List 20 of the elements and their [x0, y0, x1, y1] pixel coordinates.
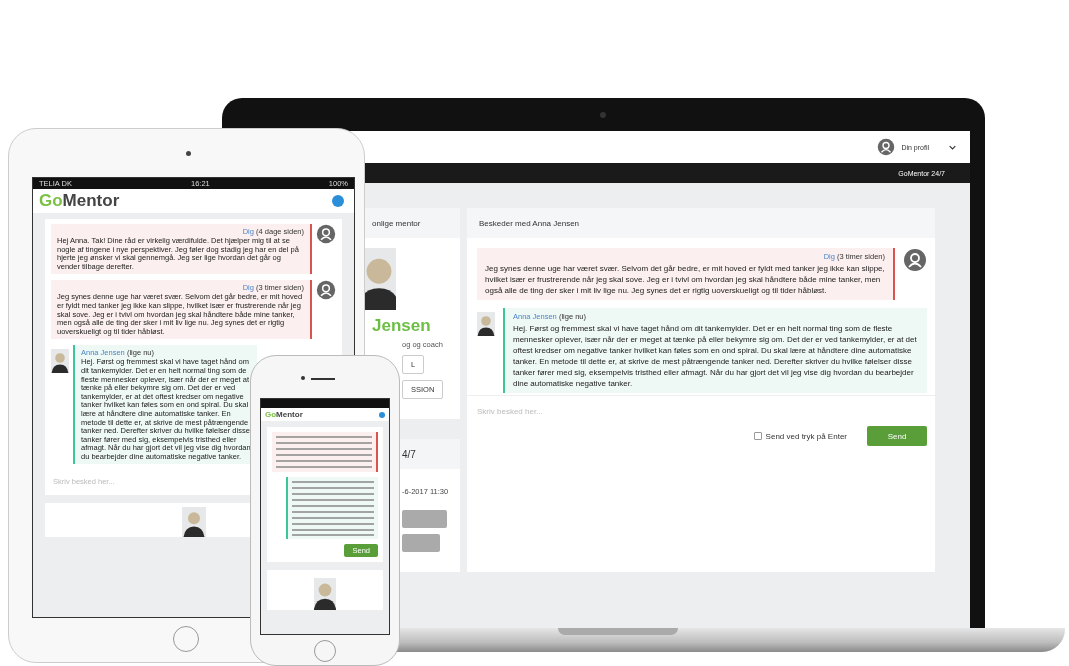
user-avatar-icon — [316, 280, 336, 301]
photo-placeholder — [477, 312, 495, 336]
camera-dot — [600, 112, 606, 118]
camera-dot — [301, 376, 305, 380]
user-avatar-icon — [316, 224, 336, 244]
menu-dot-icon[interactable] — [379, 411, 385, 418]
message-text: Jeg synes denne uge har været svær. Selvom det går bedre, er mit hoved er fyldt med tanker jeg ikke kan slippe, hvilket især er frustrerende når jeg skal sove. Jeg er i tvivl om hvordan jeg skal håndtere både mine tanker, men også alle de ting der sker i mit liv lige nu. Jeg synes det er rigtig uoverskueligt og til tider håbløst. — [485, 263, 885, 296]
caret-icon — [949, 144, 956, 150]
message-text: Hej. Først og fremmest skal vi have taget hånd om dit tankemylder. Det er en helt normal ting som de fleste mennesker oplever, især når der er meget at tænke på eller bekymre sig om. Det der er ved tankemylder, er at det oftest kredser om negative tanker hvilket kan føles som en ond spiral. Du skal lære at håndtere dine automatiske tanker. En metode til dette er, at skrive de mest påtrængende tanker ned. Derefter skriver du hvilke følelser disse tanker fører med sig, eksempelvis tristhed eller afmagt. Når du har gjort det vil jeg vise dig hvordan du bearbejder dine automatiske negative tanker. — [513, 323, 918, 389]
user-avatar-icon — [877, 138, 896, 156]
photo-placeholder — [51, 349, 69, 374]
menu-dot-icon[interactable] — [332, 195, 344, 207]
photo-placeholder — [181, 507, 206, 538]
mentor-name: Jensen — [372, 316, 431, 336]
chat-title: Beskeder med Anna Jensen — [479, 218, 580, 228]
user-avatar-icon — [903, 248, 927, 272]
checkbox[interactable] — [753, 432, 762, 440]
checkbox-label: Send ved tryk på Enter — [765, 431, 847, 441]
photo-placeholder — [314, 578, 336, 610]
camera-dot — [186, 151, 191, 156]
